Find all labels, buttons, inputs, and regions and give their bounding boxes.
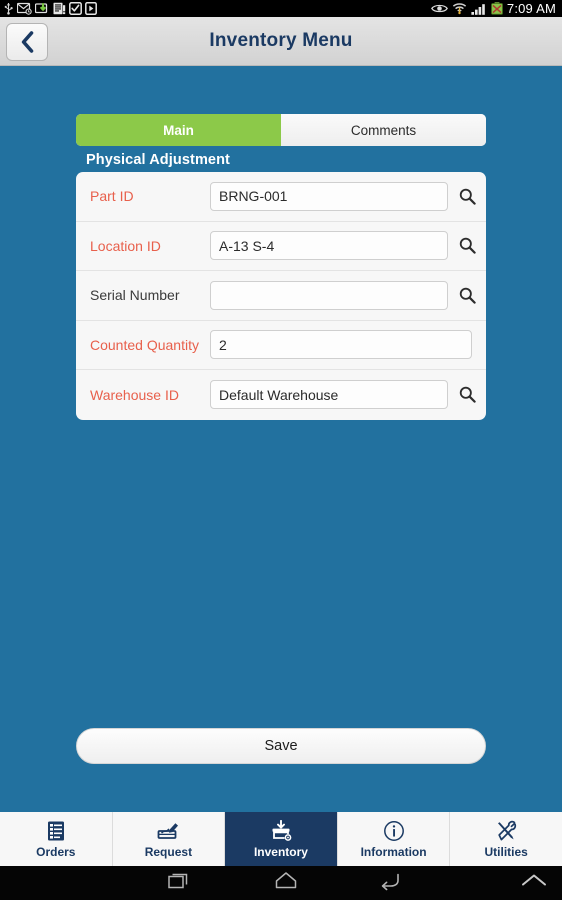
search-button-warehouse-id[interactable] — [448, 375, 486, 415]
status-bar-clock: 7:09 AM — [506, 1, 556, 16]
content-area: Main Comments Physical Adjustment Part I… — [0, 66, 562, 810]
home-icon — [275, 872, 297, 889]
form-row-serial-number: Serial Number — [76, 271, 486, 321]
info-circle-icon — [383, 820, 404, 841]
expand-up-key[interactable] — [520, 872, 548, 895]
back-arrow-icon — [381, 873, 399, 891]
chevron-up-icon — [522, 874, 546, 886]
form-row-warehouse-id: Warehouse ID — [76, 370, 486, 420]
input-part-id[interactable] — [210, 181, 448, 211]
eye-icon — [430, 4, 448, 13]
nav-label-request: Request — [144, 844, 193, 859]
checkbox-icon — [69, 2, 82, 15]
label-location-id: Location ID — [90, 237, 161, 254]
nav-item-inventory[interactable]: Inventory — [225, 812, 338, 866]
magnifier-icon — [459, 238, 476, 254]
battery-icon — [491, 2, 503, 15]
nav-label-orders: Orders — [36, 844, 76, 859]
status-bar-right-icons: 7:09 AM — [430, 0, 559, 17]
back-key[interactable] — [378, 871, 402, 896]
nav-item-orders[interactable]: Orders — [0, 812, 113, 866]
nav-item-request[interactable]: Request — [112, 812, 226, 866]
inbox-gear-icon — [272, 819, 292, 841]
form-row-location-id: Location ID — [76, 222, 486, 271]
save-button-container: Save — [76, 728, 486, 810]
usb-icon — [4, 3, 13, 15]
recent-apps-icon — [168, 873, 188, 889]
app-root: 7:09 AM Inventory Menu Main Comments Phy… — [0, 0, 562, 900]
form-row-part-id: Part ID — [76, 172, 486, 222]
nav-item-information[interactable]: Information — [337, 812, 451, 866]
label-warehouse-id: Warehouse ID — [90, 386, 179, 403]
back-button[interactable] — [6, 23, 48, 61]
bottom-navigation-bar: Orders Request Inventory Information Uti… — [0, 810, 562, 866]
tab-bar: Main Comments — [76, 114, 486, 146]
list-document-icon — [47, 821, 64, 840]
screenshot-icon — [85, 2, 97, 15]
report-icon — [53, 2, 66, 15]
nav-label-information: Information — [360, 844, 427, 859]
tab-main[interactable]: Main — [76, 114, 281, 146]
sign-pen-icon — [157, 822, 179, 839]
input-warehouse-id[interactable] — [210, 380, 448, 410]
title-bar: Inventory Menu — [0, 17, 562, 66]
magnifier-icon — [459, 188, 476, 205]
save-button[interactable]: Save — [76, 728, 486, 764]
input-location-id[interactable] — [210, 231, 448, 261]
magnifier-icon — [459, 387, 476, 403]
android-status-bar: 7:09 AM — [0, 0, 562, 17]
search-button-serial-number[interactable] — [448, 275, 486, 315]
nav-label-utilities: Utilities — [484, 844, 528, 859]
wifi-icon — [452, 3, 467, 15]
search-button-part-id[interactable] — [448, 176, 486, 216]
form-row-counted-quantity: Counted Quantity — [76, 321, 486, 370]
tools-icon — [498, 820, 517, 840]
section-title: Physical Adjustment — [86, 152, 230, 168]
download-arrow-icon — [35, 3, 48, 14]
input-counted-quantity[interactable] — [210, 330, 472, 360]
nav-item-utilities[interactable]: Utilities — [450, 812, 562, 866]
label-counted-quantity: Counted Quantity — [90, 336, 199, 353]
home-key[interactable] — [274, 871, 298, 896]
recent-apps-key[interactable] — [168, 871, 192, 896]
input-serial-number[interactable] — [210, 280, 448, 310]
search-button-location-id[interactable] — [448, 226, 486, 266]
physical-adjustment-form: Part ID Location ID — [76, 172, 486, 420]
nav-label-inventory: Inventory — [253, 844, 308, 859]
email-icon — [17, 2, 32, 15]
magnifier-icon — [459, 287, 476, 304]
signal-icon — [471, 3, 485, 15]
chevron-left-icon — [21, 31, 33, 53]
label-part-id: Part ID — [90, 188, 134, 205]
tab-comments-label: Comments — [350, 122, 417, 138]
page-title: Inventory Menu — [209, 30, 353, 51]
tab-comments[interactable]: Comments — [281, 114, 486, 146]
status-bar-left-icons — [3, 2, 97, 15]
tab-main-label: Main — [163, 122, 194, 138]
label-serial-number: Serial Number — [90, 287, 180, 304]
android-navigation-bar — [0, 866, 562, 900]
